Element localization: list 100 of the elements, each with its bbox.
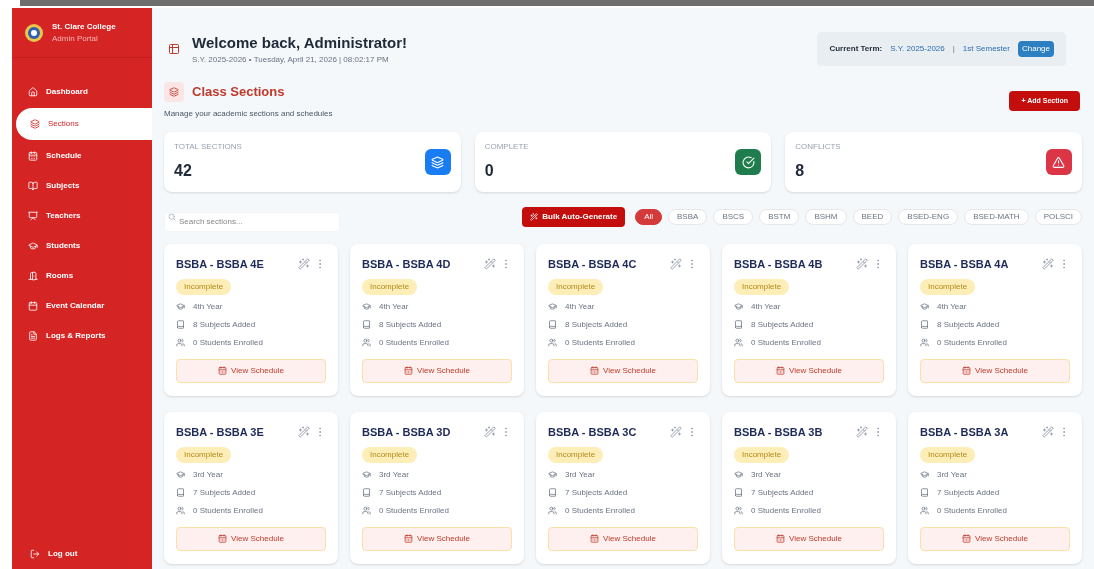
calendar-icon (962, 534, 972, 543)
book-icon (734, 488, 743, 497)
term-separator: | (952, 43, 955, 55)
view-schedule-button[interactable]: View Schedule (548, 526, 698, 551)
document-icon (28, 331, 38, 341)
graduation-cap-icon (362, 470, 371, 479)
search-field[interactable]: Search sections... (164, 211, 340, 232)
nav-item[interactable]: Teachers (12, 202, 152, 230)
users-icon (176, 338, 185, 347)
magic-wand-icon[interactable] (298, 426, 310, 439)
users-icon (734, 506, 743, 515)
year-level: 4th Year (193, 300, 223, 313)
nav-item[interactable]: Event Calendar (12, 292, 152, 320)
view-schedule-button[interactable]: View Schedule (920, 358, 1070, 383)
students-count: 0 Students Enrolled (193, 504, 263, 517)
magic-wand-icon[interactable] (484, 258, 496, 271)
filter-chip[interactable]: POLSCI (1034, 209, 1082, 225)
section-name: BSBA - BSBA 4C (548, 257, 637, 272)
page-description: Manage your academic sections and schedules (164, 108, 333, 120)
status-badge: Incomplete (734, 446, 790, 463)
warning-icon (1052, 155, 1066, 169)
view-schedule-button[interactable]: View Schedule (734, 526, 884, 551)
calendar-icon (218, 534, 228, 543)
status-badge: Incomplete (362, 446, 418, 463)
graduation-cap-icon (548, 470, 557, 479)
filter-chip[interactable]: BSTM (759, 209, 800, 225)
section-name: BSBA - BSBA 4A (920, 257, 1009, 272)
stat-value: 42 (174, 161, 193, 181)
filter-chip[interactable]: BSHM (805, 209, 847, 225)
book-icon (362, 320, 371, 329)
portal-label: Admin Portal (52, 32, 99, 45)
view-schedule-button[interactable]: View Schedule (362, 358, 512, 383)
table-icon[interactable] (168, 43, 180, 55)
nav-item[interactable]: Schedule (12, 142, 152, 170)
subjects-count: 8 Subjects Added (565, 318, 628, 331)
calendar-icon (28, 151, 38, 161)
year-level: 4th Year (379, 300, 409, 313)
door-icon (28, 271, 38, 281)
view-schedule-button[interactable]: View Schedule (176, 526, 326, 551)
logout-icon (30, 549, 40, 559)
users-icon (734, 338, 743, 347)
magic-wand-icon[interactable] (1042, 426, 1054, 439)
nav-item[interactable]: Rooms (12, 262, 152, 290)
filter-chip[interactable]: All (635, 209, 663, 225)
status-badge: Incomplete (734, 278, 790, 295)
logout-link[interactable]: Log out (12, 541, 152, 567)
view-schedule-button[interactable]: View Schedule (362, 526, 512, 551)
book-icon (734, 320, 743, 329)
subjects-count: 7 Subjects Added (937, 486, 1000, 499)
stat-label: COMPLETE (484, 141, 529, 153)
year-level: 4th Year (937, 300, 967, 313)
magic-wand-icon[interactable] (670, 426, 682, 439)
filter-chip[interactable]: BSCS (713, 209, 754, 225)
stat-label: TOTAL SECTIONS (174, 141, 242, 153)
view-schedule-button[interactable]: View Schedule (176, 358, 326, 383)
subjects-count: 7 Subjects Added (565, 486, 628, 499)
students-count: 0 Students Enrolled (565, 336, 635, 349)
welcome-title: Welcome back, Administrator! (192, 32, 408, 53)
book-icon (920, 320, 929, 329)
book-icon (362, 488, 371, 497)
students-count: 0 Students Enrolled (565, 504, 635, 517)
magic-wand-icon[interactable] (856, 426, 868, 439)
magic-wand-icon[interactable] (1042, 258, 1054, 271)
magic-wand-icon[interactable] (856, 258, 868, 271)
view-schedule-button[interactable]: View Schedule (734, 358, 884, 383)
book-icon (176, 488, 185, 497)
status-badge: Incomplete (920, 446, 976, 463)
section-name: BSBA - BSBA 4D (362, 257, 451, 272)
bulk-generate-button[interactable]: Bulk Auto-Generate (522, 207, 626, 227)
year-level: 3rd Year (751, 468, 781, 481)
subjects-count: 7 Subjects Added (379, 486, 442, 499)
graduation-cap-icon (734, 470, 743, 479)
view-schedule-button[interactable]: View Schedule (548, 358, 698, 383)
magic-wand-icon[interactable] (670, 258, 682, 271)
nav-item[interactable]: Students (12, 232, 152, 260)
filter-chip[interactable]: BSED-MATH (964, 209, 1029, 225)
view-schedule-button[interactable]: View Schedule (920, 526, 1070, 551)
search-icon (168, 213, 176, 221)
magic-wand-icon[interactable] (298, 258, 310, 271)
subjects-count: 7 Subjects Added (751, 486, 814, 499)
stat-value: 8 (795, 161, 806, 181)
filter-chip[interactable]: BEED (852, 209, 893, 225)
calendar-icon (404, 534, 414, 543)
nav-item[interactable]: Sections (16, 108, 152, 140)
stat-label: CONFLICTS (795, 141, 841, 153)
users-icon (362, 338, 371, 347)
section-name: BSBA - BSBA 3D (362, 425, 451, 440)
magic-wand-icon (530, 213, 539, 221)
nav-item[interactable]: Logs & Reports (12, 322, 152, 350)
change-term-button[interactable]: Change (1017, 41, 1054, 57)
graduation-cap-icon (176, 302, 185, 311)
filter-chip[interactable]: BSBA (668, 209, 708, 225)
nav-item[interactable]: Dashboard (12, 78, 152, 106)
filter-chip[interactable]: BSED-ENG (898, 209, 959, 225)
book-icon (548, 488, 557, 497)
magic-wand-icon[interactable] (484, 426, 496, 439)
calendar-icon (590, 366, 600, 375)
nav-item[interactable]: Subjects (12, 172, 152, 200)
year-level: 4th Year (751, 300, 781, 313)
term-semester: 1st Semester (962, 43, 1010, 55)
